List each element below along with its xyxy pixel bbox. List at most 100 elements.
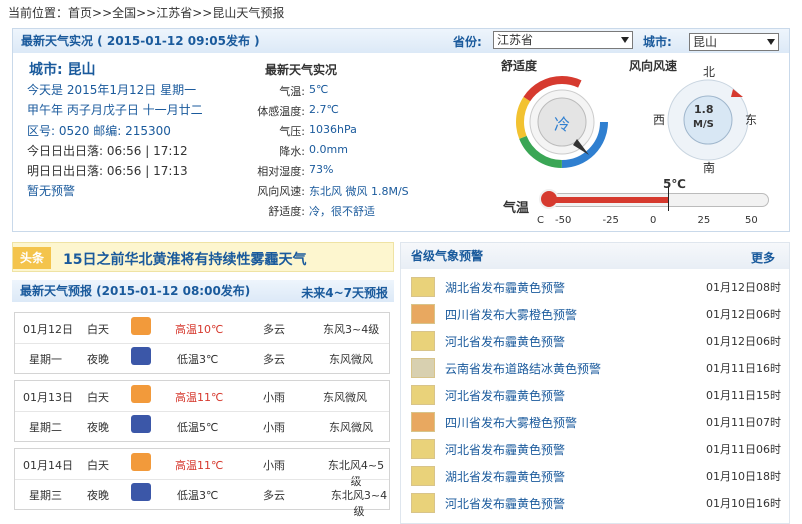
day-weather-icon bbox=[131, 317, 151, 335]
obs-value: 1036hPa bbox=[309, 123, 357, 136]
night-label: 夜晚 bbox=[87, 421, 109, 434]
warning-icon bbox=[411, 331, 435, 351]
comfort-title: 舒适度 bbox=[501, 59, 538, 73]
city-title: 城市: 昆山 bbox=[29, 62, 96, 78]
warning-text[interactable]: 河北省发布霾黄色预警 bbox=[445, 495, 565, 512]
compass-south: 南 bbox=[703, 161, 716, 175]
sunrise-tomorrow: 明日日出日落: 06:56 | 17:13 bbox=[27, 164, 188, 178]
day-weather: 多云 bbox=[263, 323, 285, 336]
warning-item[interactable]: 湖北省发布霾黄色预警 01月10日18时 bbox=[411, 464, 781, 486]
warnings-title: 省级气象预警 bbox=[411, 249, 484, 263]
no-warning[interactable]: 暂无预警 bbox=[27, 182, 75, 199]
day-weather: 小雨 bbox=[263, 391, 285, 404]
thermometer-fill bbox=[553, 197, 668, 203]
news-tag: 头条 bbox=[13, 247, 51, 269]
warning-text[interactable]: 河北省发布霾黄色预警 bbox=[445, 387, 565, 404]
warning-text[interactable]: 湖北省发布霾黄色预警 bbox=[445, 468, 565, 485]
city-select[interactable]: 昆山 bbox=[689, 33, 779, 51]
forecast-date: 01月12日 bbox=[23, 323, 73, 336]
obs-key: 舒适度: bbox=[268, 205, 305, 218]
forecast-panel: 最新天气预报 (2015-01-12 08:00发布) 未来4~7天预报 01月… bbox=[12, 280, 394, 524]
warning-icon bbox=[411, 358, 435, 378]
temp-label: 气温 bbox=[503, 201, 530, 216]
night-wind: 东北风3~4级 bbox=[330, 489, 388, 518]
day-weather-icon bbox=[131, 385, 151, 403]
wind-title: 风向风速 bbox=[629, 59, 678, 73]
wind-unit: M/S bbox=[693, 119, 714, 130]
night-temp: 低温3℃ bbox=[177, 353, 219, 366]
warning-item[interactable]: 河北省发布霾黄色预警 01月10日16时 bbox=[411, 491, 781, 513]
obs-value: 2.7℃ bbox=[309, 103, 339, 116]
forecast-week: 星期一 bbox=[29, 353, 62, 366]
obs-value: 0.0mm bbox=[309, 143, 348, 156]
warning-icon bbox=[411, 466, 435, 486]
lunar-date: 甲午年 丙子月戊子日 十一月廿二 bbox=[27, 103, 203, 117]
obs-key: 相对湿度: bbox=[257, 165, 305, 178]
warning-text[interactable]: 四川省发布大雾橙色预警 bbox=[445, 306, 577, 323]
warning-icon bbox=[411, 277, 435, 297]
forecast-day: 01月14日 白天 高温11℃ 小雨 东北风4~5级 星期三 夜晚 低温3℃ 多云 东北风3~4级 bbox=[14, 448, 390, 518]
warning-text[interactable]: 云南省发布道路结冰黄色预警 bbox=[445, 360, 601, 377]
row-divider bbox=[15, 411, 389, 412]
night-label: 夜晚 bbox=[87, 353, 109, 366]
day-wind: 东风微风 bbox=[323, 391, 367, 404]
warning-item[interactable]: 河北省发布霾黄色预警 01月12日06时 bbox=[411, 329, 781, 351]
warning-item[interactable]: 四川省发布大雾橙色预警 01月11日07时 bbox=[411, 410, 781, 432]
obs-key: 气温: bbox=[279, 85, 305, 98]
night-weather-icon bbox=[131, 347, 151, 365]
temp-tick: 25 bbox=[697, 215, 711, 226]
obs-key: 风向风速: bbox=[257, 185, 305, 198]
day-temp: 高温11℃ bbox=[175, 459, 224, 472]
warning-item[interactable]: 河北省发布霾黄色预警 01月11日15时 bbox=[411, 383, 781, 405]
comfort-value: 冷 bbox=[554, 115, 571, 134]
warning-icon bbox=[411, 439, 435, 459]
night-temp: 低温5℃ bbox=[177, 421, 219, 434]
night-wind: 东风微风 bbox=[329, 421, 373, 434]
chevron-down-icon bbox=[621, 37, 629, 43]
warning-icon bbox=[411, 385, 435, 405]
news-banner[interactable]: 头条 15日之前华北黄淮将有持续性雾霾天气 bbox=[12, 242, 394, 272]
temp-tick: -50 bbox=[555, 215, 572, 226]
breadcrumb-prefix: 当前位置： bbox=[8, 6, 69, 20]
warning-time: 01月10日18时 bbox=[706, 470, 781, 483]
warning-item[interactable]: 河北省发布霾黄色预警 01月11日06时 bbox=[411, 437, 781, 459]
warning-text[interactable]: 河北省发布霾黄色预警 bbox=[445, 333, 565, 350]
warning-item[interactable]: 云南省发布道路结冰黄色预警 01月11日16时 bbox=[411, 356, 781, 378]
night-temp: 低温3℃ bbox=[177, 489, 219, 502]
day-label: 白天 bbox=[87, 323, 109, 336]
day-temp: 高温11℃ bbox=[175, 391, 224, 404]
obs-title: 最新天气实况 bbox=[265, 63, 338, 77]
warning-text[interactable]: 四川省发布大雾橙色预警 bbox=[445, 414, 577, 431]
warning-time: 01月12日08时 bbox=[706, 281, 781, 294]
breadcrumb-path[interactable]: 首页>>全国>>江苏省>>昆山天气预报 bbox=[68, 6, 284, 20]
warning-icon bbox=[411, 412, 435, 432]
day-weather: 小雨 bbox=[263, 459, 285, 472]
warning-item[interactable]: 四川省发布大雾橙色预警 01月12日06时 bbox=[411, 302, 781, 324]
temp-current-label: 5℃ bbox=[663, 177, 686, 191]
future-forecast-link[interactable]: 未来4~7天预报 bbox=[301, 284, 388, 301]
province-select[interactable]: 江苏省 bbox=[493, 31, 633, 49]
obs-value: 5℃ bbox=[309, 83, 329, 96]
live-weather-title: 最新天气实况 ( 2015-01-12 09:05发布 ) bbox=[21, 34, 260, 48]
warning-text[interactable]: 河北省发布霾黄色预警 bbox=[445, 441, 565, 458]
city-select-value: 昆山 bbox=[693, 35, 718, 49]
night-label: 夜晚 bbox=[87, 489, 109, 502]
news-title[interactable]: 15日之前华北黄淮将有持续性雾霾天气 bbox=[63, 249, 306, 269]
live-weather-panel: 最新天气实况 ( 2015-01-12 09:05发布 ) 省份: 江苏省 城市… bbox=[12, 28, 790, 232]
warnings-more-link[interactable]: 更多 bbox=[751, 249, 775, 266]
temp-tick: 0 bbox=[650, 215, 657, 226]
today-date: 今天是 2015年1月12日 星期一 bbox=[27, 83, 197, 97]
obs-key: 降水: bbox=[279, 145, 305, 158]
warning-text[interactable]: 湖北省发布霾黄色预警 bbox=[445, 279, 565, 296]
warning-time: 01月12日06时 bbox=[706, 308, 781, 321]
night-weather-icon bbox=[131, 415, 151, 433]
temp-unit: C bbox=[537, 215, 544, 226]
obs-key: 体感温度: bbox=[257, 105, 305, 118]
warning-item[interactable]: 湖北省发布霾黄色预警 01月12日08时 bbox=[411, 275, 781, 297]
forecast-week: 星期二 bbox=[29, 421, 62, 434]
warnings-header: 省级气象预警 bbox=[401, 243, 789, 269]
day-label: 白天 bbox=[87, 391, 109, 404]
obs-value: 73% bbox=[309, 163, 334, 176]
compass-west: 西 bbox=[653, 113, 666, 127]
warning-time: 01月11日07时 bbox=[706, 416, 781, 429]
